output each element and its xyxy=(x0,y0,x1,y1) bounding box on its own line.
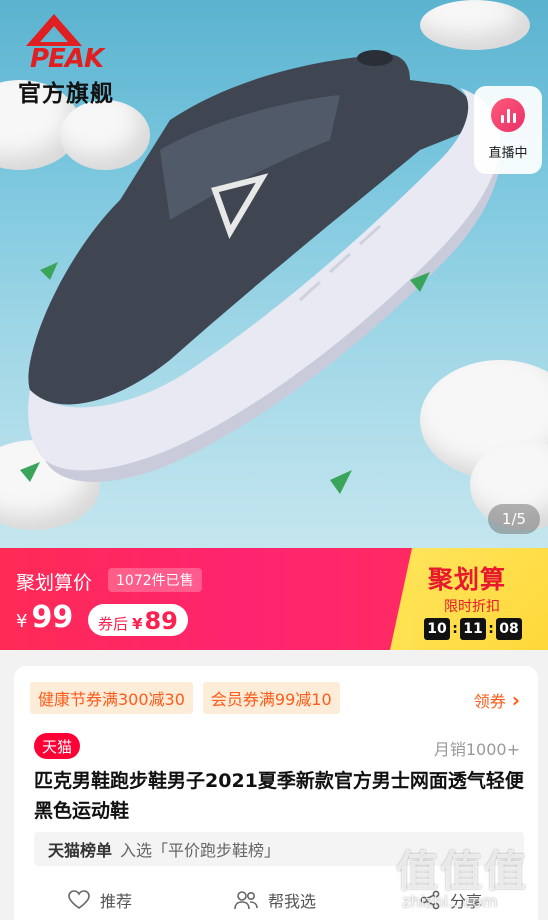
ranking-name: 天猫榜单 xyxy=(48,841,113,860)
product-image-gallery[interactable]: PEAK 官方旗舰 直播中 1/5 xyxy=(0,0,548,548)
countdown-separator: : xyxy=(488,621,494,637)
recommend-label: 推荐 xyxy=(100,892,133,911)
live-bars-icon xyxy=(491,98,525,132)
chevron-right-icon: › xyxy=(511,688,520,712)
countdown-separator: : xyxy=(452,621,458,637)
peak-logo-icon xyxy=(26,14,82,46)
help-me-choose-button[interactable]: 帮我选 xyxy=(234,888,316,912)
countdown-hours: 10 xyxy=(424,618,450,640)
share-icon xyxy=(420,890,440,910)
recommend-button[interactable]: 推荐 xyxy=(68,888,132,912)
countdown-seconds: 08 xyxy=(496,618,522,640)
sold-count-badge: 1072件已售 xyxy=(108,568,202,592)
campaign-title: 聚划算 xyxy=(428,565,507,594)
help-me-choose-label: 帮我选 xyxy=(268,892,317,911)
brand-logo-text: PEAK xyxy=(30,44,104,74)
ranking-banner[interactable]: 天猫榜单 入选「平价跑步鞋榜」 xyxy=(34,832,524,866)
monthly-sales: 月销1000+ xyxy=(433,740,520,759)
share-label: 分享 xyxy=(450,892,483,911)
after-coupon-value: 89 xyxy=(144,607,178,635)
get-coupon-label: 领券 xyxy=(473,692,506,711)
price-value: 99 xyxy=(31,600,74,635)
product-info-card: 健康节券满300减30 会员券满99减10 领券 › 天猫 月销1000+ 匹克… xyxy=(14,666,538,920)
coupon-list: 健康节券满300减30 会员券满99减10 xyxy=(30,682,340,714)
image-counter: 1/5 xyxy=(488,504,540,534)
countdown-minutes: 11 xyxy=(460,618,486,640)
campaign-subtitle: 限时折扣 xyxy=(444,599,500,615)
currency-symbol: ¥ xyxy=(132,615,143,633)
promo-price-label: 聚划算价 xyxy=(16,572,93,594)
live-stream-button[interactable]: 直播中 xyxy=(474,86,542,174)
juhuasuan-campaign[interactable]: 聚划算 限时折扣 10 : 11 : 08 xyxy=(390,548,548,650)
after-coupon-label: 券后 xyxy=(98,615,129,633)
heart-icon xyxy=(68,890,90,910)
promo-price-band: 聚划算价 1072件已售 ¥ 99 券后 ¥ 89 聚划算 限时折扣 10 : … xyxy=(0,548,548,650)
brand-logo[interactable]: PEAK 官方旗舰 xyxy=(18,12,118,108)
currency-symbol: ¥ xyxy=(16,611,28,632)
people-icon xyxy=(234,890,258,910)
product-title: 匹克男鞋跑步鞋男子2021夏季新款官方男士网面透气轻便黑色运动鞋 xyxy=(34,770,524,822)
countdown-timer: 10 : 11 : 08 xyxy=(424,618,522,640)
promo-price: ¥ 99 xyxy=(16,600,73,635)
share-button[interactable]: 分享 xyxy=(420,888,482,912)
ranking-text: 入选「平价跑步鞋榜」 xyxy=(120,841,281,860)
live-label: 直播中 xyxy=(488,146,528,161)
promo-price-section: 聚划算价 1072件已售 ¥ 99 券后 ¥ 89 xyxy=(0,548,412,650)
after-coupon-price[interactable]: 券后 ¥ 89 xyxy=(88,604,188,636)
coupon-tag[interactable]: 会员券满99减10 xyxy=(202,682,340,714)
get-coupon-button[interactable]: 领券 › xyxy=(474,688,520,712)
store-name: 官方旗舰 xyxy=(18,81,114,107)
coupon-tag[interactable]: 健康节券满300减30 xyxy=(30,682,193,714)
tmall-badge: 天猫 xyxy=(34,733,81,759)
